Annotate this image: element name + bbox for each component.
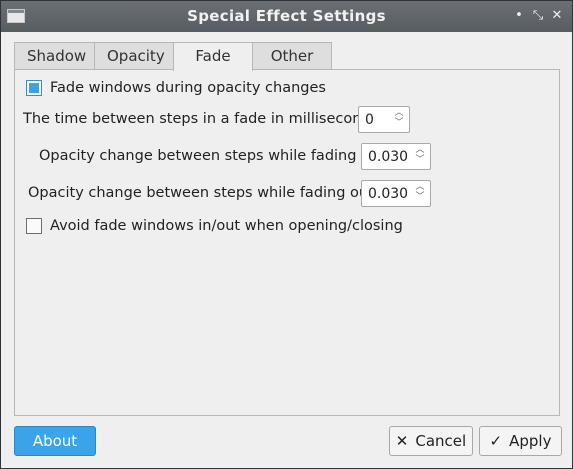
tab-other[interactable]: Other <box>252 42 332 70</box>
chevron-up-icon[interactable]: ︿ <box>413 182 427 192</box>
fade-panel: Fade windows during opacity changes The … <box>14 69 560 416</box>
title-bar[interactable]: Special Effect Settings • ⤡ ✕ <box>1 1 572 32</box>
about-label: About <box>32 432 78 450</box>
fade-out-label: Opacity change between steps while fadin… <box>28 185 374 201</box>
fade-in-label: Opacity change between steps while fadin… <box>39 148 375 164</box>
avoid-fade-checkbox[interactable] <box>26 218 42 234</box>
fade-in-spinbox[interactable]: 0.030 ︿ ﹀ <box>361 143 431 170</box>
fade-out-spinbox[interactable]: 0.030 ︿ ﹀ <box>361 180 431 207</box>
close-icon: ✕ <box>395 432 409 450</box>
tab-opacity[interactable]: Opacity <box>94 42 174 70</box>
avoid-fade-row[interactable]: Avoid fade windows in/out when opening/c… <box>26 218 403 234</box>
chevron-up-icon[interactable]: ︿ <box>392 108 406 118</box>
restore-icon[interactable]: ⤡ <box>528 6 548 26</box>
window-title: Special Effect Settings <box>187 7 386 25</box>
apply-button[interactable]: ✓ Apply <box>479 426 562 456</box>
check-icon: ✓ <box>489 432 503 450</box>
tab-bar: Shadow Opacity Fade Other <box>14 42 332 71</box>
spin-arrows[interactable]: ︿ ﹀ <box>413 182 427 205</box>
spin-arrows[interactable]: ︿ ﹀ <box>413 145 427 168</box>
fade-out-value: 0.030 <box>368 186 409 202</box>
fade-windows-checkbox[interactable] <box>26 80 42 96</box>
chevron-down-icon[interactable]: ﹀ <box>392 118 406 128</box>
about-button[interactable]: About <box>14 426 96 456</box>
minimize-icon[interactable]: • <box>509 6 529 26</box>
tab-fade[interactable]: Fade <box>173 42 253 71</box>
close-icon[interactable]: ✕ <box>547 6 567 26</box>
fade-windows-label: Fade windows during opacity changes <box>50 80 326 96</box>
chevron-up-icon[interactable]: ︿ <box>413 145 427 155</box>
step-time-row: The time between steps in a fade in mill… <box>23 111 378 127</box>
fade-in-row: Opacity change between steps while fadin… <box>39 148 374 164</box>
step-time-value: 0 <box>365 112 374 128</box>
settings-window: Special Effect Settings • ⤡ ✕ Shadow Opa… <box>0 0 573 469</box>
chevron-down-icon[interactable]: ﹀ <box>413 192 427 202</box>
spin-arrows[interactable]: ︿ ﹀ <box>392 108 406 131</box>
fade-windows-row[interactable]: Fade windows during opacity changes <box>26 80 326 96</box>
cancel-label: Cancel <box>415 432 467 450</box>
avoid-fade-label: Avoid fade windows in/out when opening/c… <box>50 218 403 234</box>
step-time-spinbox[interactable]: 0 ︿ ﹀ <box>358 106 410 133</box>
apply-label: Apply <box>509 432 552 450</box>
fade-in-value: 0.030 <box>368 149 409 165</box>
chevron-down-icon[interactable]: ﹀ <box>413 155 427 165</box>
cancel-button[interactable]: ✕ Cancel <box>389 426 473 456</box>
fade-out-row: Opacity change between steps while fadin… <box>28 185 374 201</box>
tab-shadow[interactable]: Shadow <box>14 42 95 70</box>
step-time-label: The time between steps in a fade in mill… <box>23 111 379 127</box>
